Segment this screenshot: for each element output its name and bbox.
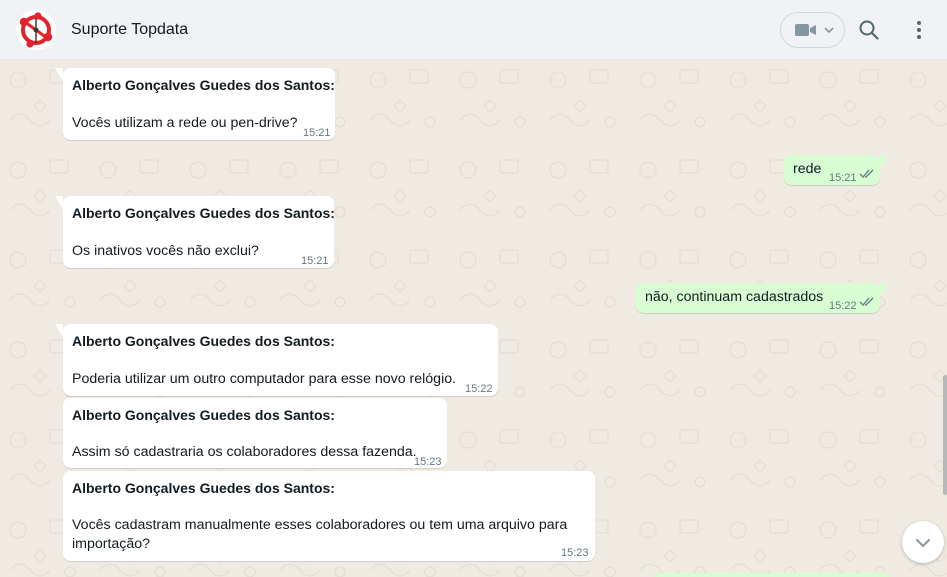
- menu-button[interactable]: [906, 17, 932, 43]
- bubble-tail: [55, 196, 63, 209]
- message-sender: Alberto Gonçalves Guedes dos Santos:: [72, 333, 335, 349]
- message-incoming[interactable]: Alberto Gonçalves Guedes dos Santos: Pod…: [55, 324, 498, 396]
- chat-title[interactable]: Suporte Topdata: [71, 20, 188, 40]
- message-incoming[interactable]: Alberto Gonçalves Guedes dos Santos: Ass…: [63, 398, 447, 468]
- bubble-tail: [55, 68, 63, 81]
- message-text: Os inativos vocês não exclui?: [72, 243, 259, 259]
- message-outgoing[interactable]: não, continuam cadastrados 15:22: [636, 283, 888, 313]
- message-text: Poderia utilizar um outro computador par…: [72, 371, 457, 387]
- bubble-tail: [880, 283, 888, 296]
- message-text-line: Vocês cadastram manualmente esses colabo…: [72, 517, 568, 533]
- chevron-down-icon: [824, 27, 834, 34]
- message-sender: Alberto Gonçalves Guedes dos Santos:: [72, 480, 335, 496]
- message-outgoing-partial[interactable]: [654, 573, 890, 577]
- message-sender: Alberto Gonçalves Guedes dos Santos:: [72, 77, 335, 93]
- chat-header: Suporte Topdata: [0, 0, 947, 60]
- search-icon: [859, 20, 879, 40]
- scroll-to-bottom-button[interactable]: [902, 521, 944, 563]
- contact-avatar[interactable]: [16, 10, 56, 50]
- chevron-down-icon: [916, 539, 930, 548]
- message-incoming[interactable]: Alberto Gonçalves Guedes dos Santos: Voc…: [55, 68, 335, 140]
- search-button[interactable]: [856, 17, 882, 43]
- message-time: 15:23: [414, 456, 442, 468]
- message-incoming[interactable]: Alberto Gonçalves Guedes dos Santos: Voc…: [63, 471, 595, 561]
- message-sender: Alberto Gonçalves Guedes dos Santos:: [72, 407, 335, 423]
- message-sender: Alberto Gonçalves Guedes dos Santos:: [72, 205, 335, 221]
- message-text: não, continuam cadastrados: [645, 289, 824, 305]
- more-vertical-icon: [917, 21, 921, 39]
- bubble-tail: [880, 155, 888, 168]
- message-time: 15:21: [829, 172, 857, 184]
- topdata-logo-icon: [19, 12, 53, 48]
- message-text: Vocês utilizam a rede ou pen-drive?: [72, 115, 298, 131]
- message-time: 15:21: [303, 127, 331, 139]
- chat-scrollbar[interactable]: [943, 375, 947, 495]
- message-time: 15:22: [829, 300, 857, 312]
- double-check-icon: [859, 297, 874, 306]
- message-incoming[interactable]: Alberto Gonçalves Guedes dos Santos: Os …: [55, 196, 335, 268]
- double-check-icon: [859, 169, 874, 178]
- bubble-tail: [55, 324, 63, 337]
- message-text-line: importação?: [72, 536, 151, 552]
- message-time: 15:22: [465, 383, 493, 395]
- message-outgoing[interactable]: rede 15:21: [784, 155, 888, 185]
- message-time: 15:21: [301, 255, 329, 267]
- message-text: Assim só cadastraria os colaboradores de…: [72, 444, 417, 460]
- message-text: rede: [793, 161, 822, 177]
- video-camera-icon: [795, 24, 816, 36]
- video-call-button[interactable]: [780, 12, 845, 48]
- message-time: 15:23: [561, 547, 589, 559]
